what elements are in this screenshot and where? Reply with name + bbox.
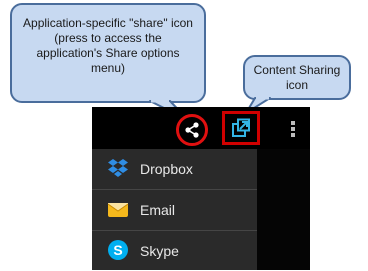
content-sharing-icon[interactable] (231, 118, 251, 138)
email-icon (107, 203, 129, 217)
background-screen (257, 149, 310, 270)
skype-icon: S (108, 240, 128, 260)
share-options-menu: Dropbox Email S Skype (92, 149, 257, 270)
menu-item-label: Dropbox (140, 161, 193, 177)
overflow-menu-icon[interactable] (290, 120, 296, 138)
svg-text:S: S (113, 242, 122, 258)
menu-item-label: Email (140, 202, 176, 218)
share-icon[interactable] (183, 121, 201, 139)
menu-item-label: Skype (140, 243, 179, 259)
menu-item-skype[interactable]: S Skype (92, 231, 257, 271)
menu-item-dropbox[interactable]: Dropbox (92, 149, 257, 189)
menu-item-email[interactable]: Email (92, 190, 257, 230)
dropbox-icon (108, 159, 128, 177)
